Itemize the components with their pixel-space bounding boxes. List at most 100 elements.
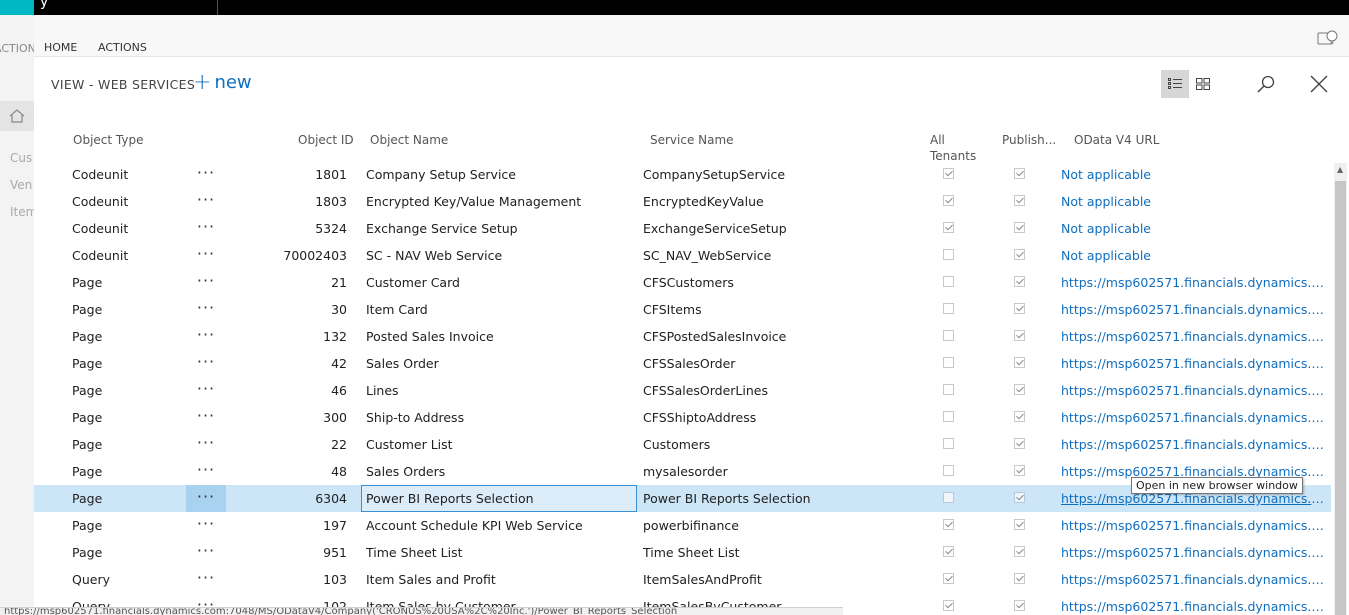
cell-object-name[interactable]: Item Card bbox=[366, 296, 636, 323]
all-tenants-checkbox[interactable] bbox=[943, 573, 955, 585]
row-actions-button[interactable]: ··· bbox=[186, 269, 226, 296]
table-row[interactable]: Codeunit ··· 1801 Company Setup Service Comp… bbox=[34, 161, 1331, 188]
published-checkbox[interactable] bbox=[1014, 222, 1026, 234]
odata-url-link[interactable]: Not applicable bbox=[1061, 215, 1329, 242]
row-actions-button[interactable]: ··· bbox=[186, 296, 226, 323]
row-actions-button[interactable]: ··· bbox=[186, 188, 226, 215]
tile-view-button[interactable] bbox=[1189, 70, 1217, 98]
column-header-object-id[interactable]: Object ID bbox=[298, 132, 354, 148]
odata-url-link[interactable]: Not applicable bbox=[1061, 188, 1329, 215]
column-header-object-type[interactable]: Object Type bbox=[73, 132, 143, 148]
list-view-button[interactable] bbox=[1161, 70, 1189, 98]
odata-url-link[interactable]: https://msp602571.financials.dynamics.co… bbox=[1061, 566, 1329, 593]
row-actions-button[interactable]: ··· bbox=[186, 215, 226, 242]
odata-url-link[interactable]: Not applicable bbox=[1061, 161, 1329, 188]
published-checkbox[interactable] bbox=[1014, 546, 1026, 558]
all-tenants-checkbox[interactable] bbox=[943, 465, 955, 477]
published-checkbox[interactable] bbox=[1014, 384, 1026, 396]
ribbon-tab-home[interactable]: HOME bbox=[44, 41, 77, 54]
cell-object-name[interactable]: Time Sheet List bbox=[366, 539, 636, 566]
search-button[interactable] bbox=[1252, 70, 1280, 98]
row-actions-button[interactable]: ··· bbox=[186, 512, 226, 539]
all-tenants-checkbox[interactable] bbox=[943, 168, 955, 180]
new-button[interactable]: + new bbox=[193, 71, 252, 93]
table-row[interactable]: Page ··· 300 Ship-to Address CFSShiptoAddres… bbox=[34, 404, 1331, 431]
odata-url-link[interactable]: https://msp602571.financials.dynamics.co… bbox=[1061, 350, 1329, 377]
column-header-odata-url[interactable]: OData V4 URL bbox=[1074, 132, 1159, 148]
cell-service-name[interactable]: CFSItems bbox=[643, 296, 913, 323]
odata-url-link[interactable]: https://msp602571.financials.dynamics.co… bbox=[1061, 323, 1329, 350]
cell-service-name[interactable]: SC_NAV_WebService bbox=[643, 242, 913, 269]
table-row[interactable]: Page ··· 951 Time Sheet List Time Sheet List… bbox=[34, 539, 1331, 566]
published-checkbox[interactable] bbox=[1014, 411, 1026, 423]
row-actions-button[interactable]: ··· bbox=[186, 458, 226, 485]
all-tenants-checkbox[interactable] bbox=[943, 195, 955, 207]
cell-object-name[interactable]: Lines bbox=[366, 377, 636, 404]
cell-object-name[interactable]: Exchange Service Setup bbox=[366, 215, 636, 242]
table-row[interactable]: Page ··· 22 Customer List Customers https://m… bbox=[34, 431, 1331, 458]
odata-url-link[interactable]: https://msp602571.financials.dynamics.co… bbox=[1061, 377, 1329, 404]
cell-object-name[interactable]: SC - NAV Web Service bbox=[366, 242, 636, 269]
column-header-all-tenants[interactable]: All Tenants bbox=[930, 132, 980, 164]
background-home-button[interactable] bbox=[0, 101, 34, 131]
cell-service-name[interactable]: CFSPostedSalesInvoice bbox=[643, 323, 913, 350]
row-actions-button[interactable]: ··· bbox=[186, 404, 226, 431]
published-checkbox[interactable] bbox=[1014, 357, 1026, 369]
row-actions-button[interactable]: ··· bbox=[186, 242, 226, 269]
all-tenants-checkbox[interactable] bbox=[943, 546, 955, 558]
cell-service-name[interactable]: Customers bbox=[643, 431, 913, 458]
row-actions-button[interactable]: ··· bbox=[186, 431, 226, 458]
row-actions-button[interactable]: ··· bbox=[186, 566, 226, 593]
cell-service-name[interactable]: ItemSalesAndProfit bbox=[643, 566, 913, 593]
odata-url-link[interactable]: https://msp602571.financials.dynamics.co… bbox=[1061, 593, 1329, 615]
cell-service-name[interactable]: CFSCustomers bbox=[643, 269, 913, 296]
background-nav-item[interactable]: Cus bbox=[10, 151, 32, 165]
all-tenants-checkbox[interactable] bbox=[943, 519, 955, 531]
cell-object-name[interactable]: Item Sales and Profit bbox=[366, 566, 636, 593]
table-row[interactable]: Codeunit ··· 70002403 SC - NAV Web Service S… bbox=[34, 242, 1331, 269]
published-checkbox[interactable] bbox=[1014, 492, 1026, 504]
all-tenants-checkbox[interactable] bbox=[943, 276, 955, 288]
table-row[interactable]: Codeunit ··· 1803 Encrypted Key/Value Manag… bbox=[34, 188, 1331, 215]
cell-service-name[interactable]: Power BI Reports Selection bbox=[643, 485, 913, 512]
published-checkbox[interactable] bbox=[1014, 195, 1026, 207]
table-row[interactable]: Page ··· 46 Lines CFSSalesOrderLines https://… bbox=[34, 377, 1331, 404]
scroll-up-icon[interactable]: ▲ bbox=[1337, 165, 1343, 174]
all-tenants-checkbox[interactable] bbox=[943, 357, 955, 369]
odata-url-link[interactable]: Not applicable bbox=[1061, 242, 1329, 269]
all-tenants-checkbox[interactable] bbox=[943, 249, 955, 261]
cell-object-name[interactable]: Ship-to Address bbox=[366, 404, 636, 431]
published-checkbox[interactable] bbox=[1014, 303, 1026, 315]
cell-object-name[interactable]: Account Schedule KPI Web Service bbox=[366, 512, 636, 539]
vertical-scrollbar[interactable]: ▲ bbox=[1334, 163, 1347, 615]
cell-object-name[interactable]: Sales Orders bbox=[366, 458, 636, 485]
all-tenants-checkbox[interactable] bbox=[943, 222, 955, 234]
row-actions-button[interactable]: ··· bbox=[186, 323, 226, 350]
scrollbar-thumb[interactable] bbox=[1335, 181, 1346, 615]
cell-object-name[interactable]: Customer List bbox=[366, 431, 636, 458]
ribbon-tab-actions[interactable]: ACTIONS bbox=[98, 41, 147, 54]
row-actions-button[interactable]: ··· bbox=[186, 377, 226, 404]
all-tenants-checkbox[interactable] bbox=[943, 411, 955, 423]
column-header-service-name[interactable]: Service Name bbox=[650, 132, 734, 148]
cell-object-name[interactable]: Posted Sales Invoice bbox=[366, 323, 636, 350]
cell-service-name[interactable]: mysalesorder bbox=[643, 458, 913, 485]
row-actions-button[interactable]: ··· bbox=[186, 350, 226, 377]
table-row[interactable]: Page ··· 42 Sales Order CFSSalesOrder https:/… bbox=[34, 350, 1331, 377]
all-tenants-checkbox[interactable] bbox=[943, 384, 955, 396]
background-nav-item[interactable]: Item bbox=[10, 205, 34, 219]
published-checkbox[interactable] bbox=[1014, 168, 1026, 180]
odata-url-link[interactable]: https://msp602571.financials.dynamics.co… bbox=[1061, 269, 1329, 296]
cell-service-name[interactable]: CompanySetupService bbox=[643, 161, 913, 188]
all-tenants-checkbox[interactable] bbox=[943, 492, 955, 504]
table-row[interactable]: Query ··· 103 Item Sales and Profit ItemSale… bbox=[34, 566, 1331, 593]
published-checkbox[interactable] bbox=[1014, 276, 1026, 288]
column-header-object-name[interactable]: Object Name bbox=[370, 132, 448, 148]
table-row[interactable]: Codeunit ··· 5324 Exchange Service Setup Exc… bbox=[34, 215, 1331, 242]
odata-url-link[interactable]: https://msp602571.financials.dynamics.co… bbox=[1061, 431, 1329, 458]
row-actions-button[interactable]: ··· bbox=[186, 161, 226, 188]
cell-service-name[interactable]: CFSSalesOrderLines bbox=[643, 377, 913, 404]
published-checkbox[interactable] bbox=[1014, 600, 1026, 612]
app-launcher-tile[interactable] bbox=[0, 0, 34, 15]
cell-object-name[interactable]: Customer Card bbox=[366, 269, 636, 296]
